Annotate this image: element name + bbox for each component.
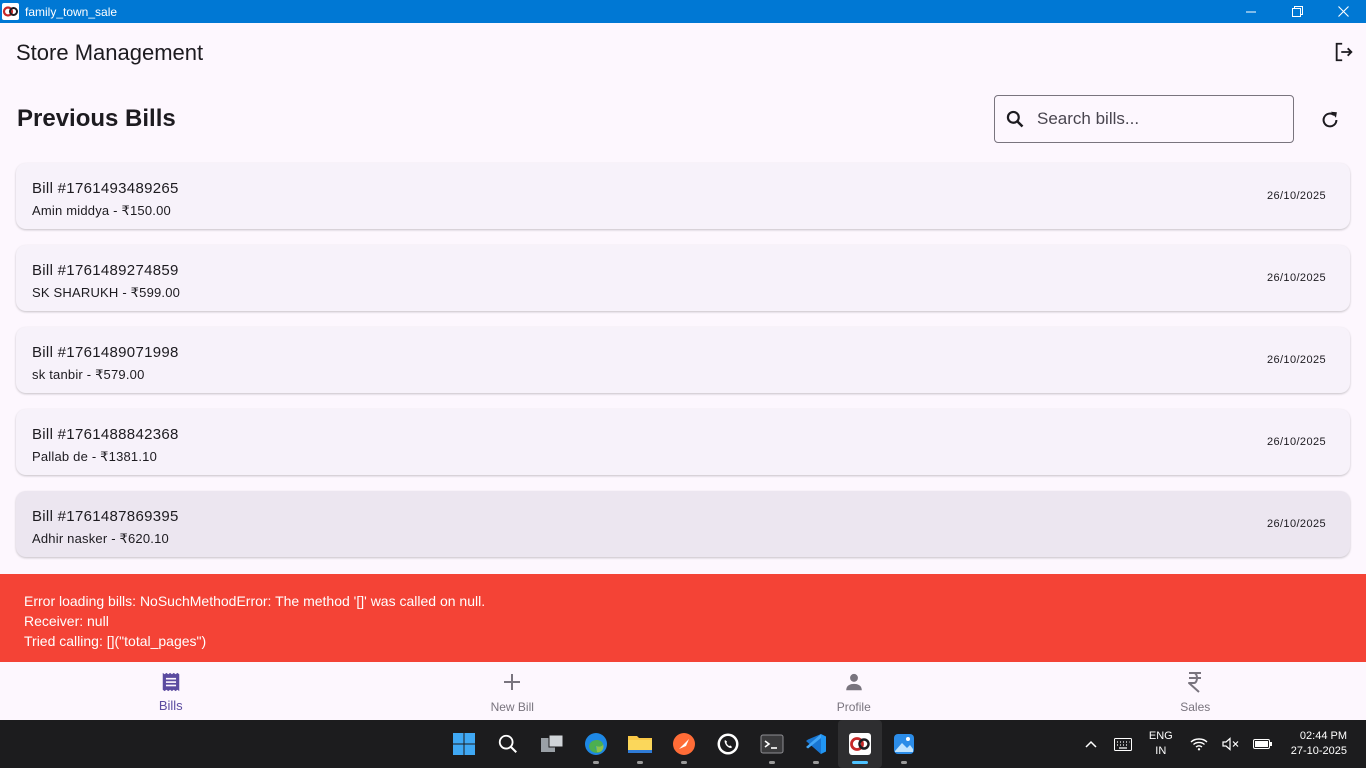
task-view-icon bbox=[541, 734, 564, 752]
person-icon bbox=[842, 670, 866, 694]
search-input[interactable] bbox=[1037, 109, 1277, 129]
search-icon bbox=[1004, 108, 1026, 130]
search-field[interactable] bbox=[994, 95, 1294, 143]
bill-card[interactable]: Bill #1761493489265 Amin middya - ₹150.0… bbox=[16, 163, 1350, 229]
taskbar-search-button[interactable] bbox=[486, 720, 530, 768]
whatsapp-icon bbox=[717, 733, 739, 755]
app-bar: Store Management bbox=[0, 23, 1366, 81]
folder-icon bbox=[628, 736, 652, 753]
restore-button[interactable] bbox=[1274, 0, 1320, 23]
taskbar-app-photos[interactable] bbox=[882, 720, 926, 768]
bill-list: Bill #1761493489265 Amin middya - ₹150.0… bbox=[16, 163, 1350, 573]
app-logo-icon bbox=[1, 3, 19, 21]
bill-date: 26/10/2025 bbox=[1266, 436, 1326, 448]
restore-icon bbox=[1291, 6, 1303, 17]
taskbar-app-whatsapp[interactable] bbox=[706, 720, 750, 768]
error-message-line: Receiver: null bbox=[24, 613, 109, 629]
bill-number: Bill #1761489274859 bbox=[32, 262, 179, 279]
language-code: ENG bbox=[1148, 730, 1173, 742]
clock-date: 27-10-2025 bbox=[1290, 745, 1347, 757]
close-button[interactable] bbox=[1320, 0, 1366, 23]
nav-item-new-bill[interactable]: New Bill bbox=[342, 662, 684, 720]
plus-icon bbox=[500, 670, 524, 694]
bill-customer-amount: SK SHARUKH - ₹599.00 bbox=[32, 285, 181, 300]
window-title: family_town_sale bbox=[25, 4, 118, 19]
windows-taskbar: ENG IN 02:44 PM 27-10-2025 bbox=[0, 720, 1366, 768]
bill-number: Bill #1761493489265 bbox=[32, 180, 179, 197]
chevron-up-icon[interactable] bbox=[1079, 732, 1103, 756]
nav-label: Profile bbox=[836, 700, 871, 714]
window-titlebar: family_town_sale bbox=[0, 0, 1366, 23]
edge-browser-icon bbox=[585, 733, 607, 755]
windows-logo-icon bbox=[453, 733, 475, 755]
start-button[interactable] bbox=[442, 720, 486, 768]
terminal-icon bbox=[760, 734, 784, 754]
volume-muted-icon[interactable] bbox=[1219, 732, 1243, 756]
task-view-button[interactable] bbox=[530, 720, 574, 768]
receipt-icon bbox=[159, 670, 183, 694]
bill-customer-amount: Amin middya - ₹150.00 bbox=[32, 203, 171, 218]
bill-customer-amount: Pallab de - ₹1381.10 bbox=[32, 449, 158, 464]
nav-label: Sales bbox=[1180, 700, 1211, 714]
bill-number: Bill #1761489071998 bbox=[32, 344, 179, 361]
wifi-icon[interactable] bbox=[1187, 732, 1211, 756]
bill-date: 26/10/2025 bbox=[1266, 190, 1326, 202]
logout-button[interactable] bbox=[1330, 38, 1358, 66]
bill-card[interactable]: Bill #1761489274859 SK SHARUKH - ₹599.00… bbox=[16, 245, 1350, 311]
taskbar-app-terminal[interactable] bbox=[750, 720, 794, 768]
logout-icon bbox=[1335, 42, 1353, 62]
error-message-line: Error loading bills: NoSuchMethodError: … bbox=[24, 593, 486, 609]
error-message-line: Tried calling: []("total_pages") bbox=[24, 633, 207, 649]
taskbar-app-postman[interactable] bbox=[662, 720, 706, 768]
search-icon bbox=[498, 734, 517, 753]
refresh-icon bbox=[1322, 111, 1338, 128]
bottom-navigation: Bills New Bill Profile Sales bbox=[0, 662, 1366, 720]
bill-date: 26/10/2025 bbox=[1266, 354, 1326, 366]
language-indicator[interactable]: ENG IN bbox=[1149, 729, 1173, 759]
clock-time: 02:44 PM bbox=[1299, 730, 1347, 742]
taskbar-app-edge[interactable] bbox=[574, 720, 618, 768]
taskbar-app-file-explorer[interactable] bbox=[618, 720, 662, 768]
nav-item-sales[interactable]: Sales bbox=[1025, 662, 1366, 720]
bill-card[interactable]: Bill #1761488842368 Pallab de - ₹1381.10… bbox=[16, 409, 1350, 475]
keyboard-icon[interactable] bbox=[1111, 732, 1135, 756]
nav-label: New Bill bbox=[490, 700, 534, 714]
bill-date: 26/10/2025 bbox=[1266, 272, 1326, 284]
postman-icon bbox=[673, 733, 695, 755]
app-title: Store Management bbox=[16, 40, 204, 65]
page-title: Previous Bills bbox=[17, 105, 176, 132]
system-clock[interactable]: 02:44 PM 27-10-2025 bbox=[1291, 729, 1347, 759]
photos-icon bbox=[894, 734, 914, 754]
error-snackbar: Error loading bills: NoSuchMethodError: … bbox=[0, 574, 1366, 662]
app-logo-icon bbox=[849, 733, 871, 755]
nav-item-bills[interactable]: Bills bbox=[0, 662, 342, 720]
bill-date: 26/10/2025 bbox=[1266, 518, 1326, 530]
minimize-icon bbox=[1246, 11, 1256, 12]
battery-icon[interactable] bbox=[1251, 732, 1275, 756]
bill-number: Bill #1761488842368 bbox=[32, 426, 179, 443]
refresh-button[interactable] bbox=[1316, 106, 1344, 134]
bill-card[interactable]: Bill #1761487869395 Adhir nasker - ₹620.… bbox=[16, 491, 1350, 557]
rupee-icon bbox=[1183, 670, 1207, 694]
bill-number: Bill #1761487869395 bbox=[32, 508, 179, 525]
system-tray: ENG IN 02:44 PM 27-10-2025 bbox=[1075, 720, 1366, 768]
bill-customer-amount: Adhir nasker - ₹620.10 bbox=[32, 531, 169, 546]
close-icon bbox=[1337, 6, 1349, 17]
region-code: IN bbox=[1155, 745, 1167, 757]
taskbar-app-vscode[interactable] bbox=[794, 720, 838, 768]
minimize-button[interactable] bbox=[1228, 0, 1274, 23]
bill-customer-amount: sk tanbir - ₹579.00 bbox=[32, 367, 145, 382]
nav-item-profile[interactable]: Profile bbox=[683, 662, 1025, 720]
vscode-icon bbox=[806, 734, 826, 754]
nav-label: Bills bbox=[158, 698, 183, 713]
taskbar-app-family-town-sale[interactable] bbox=[838, 720, 882, 768]
bill-card[interactable]: Bill #1761489071998 sk tanbir - ₹579.00 … bbox=[16, 327, 1350, 393]
